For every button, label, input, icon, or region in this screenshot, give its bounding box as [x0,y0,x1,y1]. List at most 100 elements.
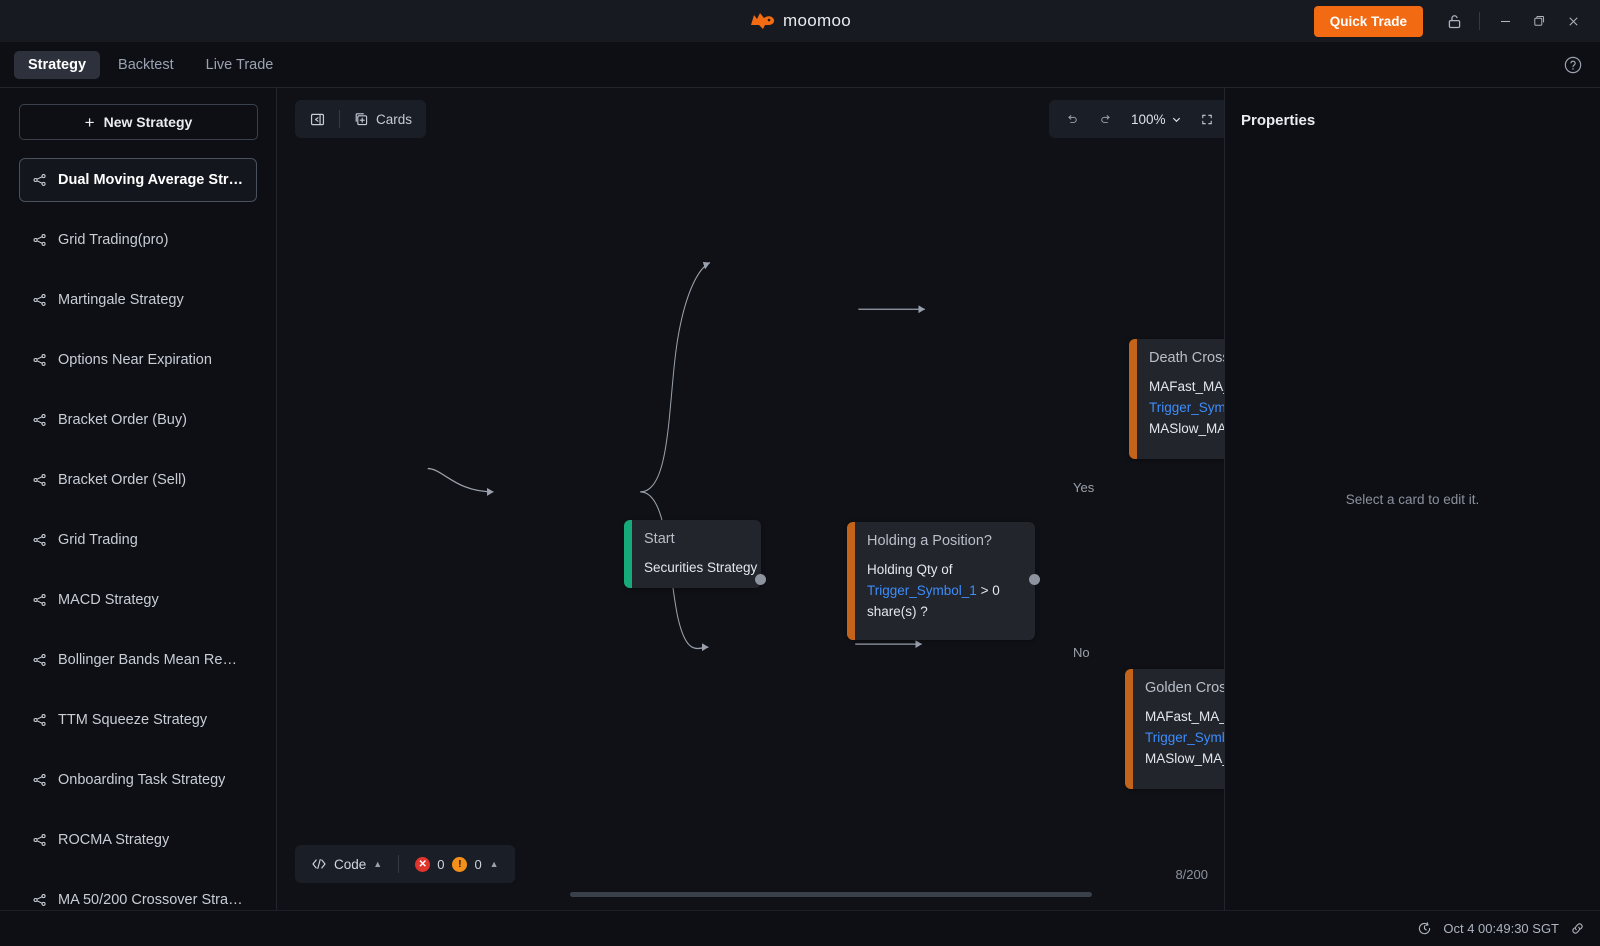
card-count-label: 8/200 [1175,867,1208,882]
sidebar-item-bracket-order-sell[interactable]: Bracket Order (Sell) [19,458,257,502]
flow-card-holding[interactable]: Holding a Position? Holding Qty of Trigge… [847,522,1035,640]
new-strategy-button[interactable]: + New Strategy [19,104,258,140]
unlock-icon[interactable] [1437,4,1471,38]
edge-label-holding-yes: Yes [1070,480,1098,495]
card-body-line: MAFast_MA_Length (1D) of [1145,706,1224,727]
card-text-span: Trigger_Symbol_1 [1145,730,1224,745]
flow-card-death-cross[interactable]: Death Cross? MAFast_MA_Length (1D) of Tri… [1129,339,1224,459]
flow-node-icon [32,172,48,188]
sidebar-item-bollinger-bands-mean-rever[interactable]: Bollinger Bands Mean Rever… [19,638,257,682]
redo-icon[interactable] [1091,104,1121,134]
flow-edges [427,261,926,652]
sidebar-item-onboarding-task-strategy[interactable]: Onboarding Task Strategy [19,758,257,802]
window-controls: Quick Trade [1313,4,1600,38]
link-icon[interactable] [1569,920,1586,937]
flow-node-icon [32,292,48,308]
restore-icon[interactable] [1522,4,1556,38]
card-accent-bar [847,522,855,640]
tab-live-trade[interactable]: Live Trade [192,51,288,79]
sidebar-item-label: Bracket Order (Sell) [58,472,187,488]
card-accent-bar [1129,339,1137,459]
sidebar-item-grid-trading-pro[interactable]: Grid Trading(pro) [19,218,257,262]
sidebar-item-bracket-order-buy[interactable]: Bracket Order (Buy) [19,398,257,442]
card-title: Golden Cross? [1145,680,1224,696]
card-body: MAFast_MA_Length (1D) of Trigger_Symbol_1… [1149,376,1224,439]
flow-node-icon [32,472,48,488]
card-text-span: Holding Qty of [867,562,953,577]
error-count: 0 [437,856,445,872]
card-body-line: Trigger_Symbol_1 > 0 [867,580,1000,601]
flow-connector-dot[interactable] [755,574,766,585]
strategy-list: Dual Moving Average Strate… Grid Trading… [19,158,257,910]
card-accent-bar [1125,669,1133,789]
card-body-line: share(s) ? [867,601,1000,622]
flow-node-icon [32,772,48,788]
canvas-toolbar-right: 100% Live Trading Backtesting [1049,100,1224,138]
sidebar-item-martingale-strategy[interactable]: Martingale Strategy [19,278,257,322]
minimize-icon[interactable] [1488,4,1522,38]
sidebar-item-macd-strategy[interactable]: MACD Strategy [19,578,257,622]
clock-refresh-icon [1416,920,1433,937]
code-toggle-button[interactable]: Code ▲ [305,857,388,872]
issues-expand-button[interactable]: ▲ [488,859,505,869]
tab-backtest[interactable]: Backtest [104,51,188,79]
help-circle-icon[interactable] [1560,52,1586,78]
divider [339,110,340,128]
sidebar-item-grid-trading[interactable]: Grid Trading [19,518,257,562]
card-content: Holding a Position? Holding Qty of Trigge… [855,522,1014,640]
panel-collapse-left-icon[interactable] [301,104,334,134]
warning-circle-icon: ! [452,856,468,872]
code-brackets-icon [312,859,326,869]
flow-node-icon [32,652,48,668]
card-text-span: Trigger_Symbol_1 [1149,400,1224,415]
flow-card-golden-cross[interactable]: Golden Cross? MAFast_MA_Length (1D) of Tr… [1125,669,1224,789]
divider [398,855,400,873]
flow-canvas[interactable]: Cards 100% Start Securities Strategy Hol… [277,88,1224,910]
undo-icon[interactable] [1057,104,1087,134]
code-label: Code [334,856,367,872]
card-body: MAFast_MA_Length (1D) of Trigger_Symbol_1… [1145,706,1224,769]
sidebar-item-label: TTM Squeeze Strategy [58,712,208,728]
card-body-line: MAFast_MA_Length (1D) of [1149,376,1224,397]
warning-count-group[interactable]: ! 0 [450,856,487,872]
flow-node-icon [32,832,48,848]
cards-label: Cards [376,111,413,127]
cards-button[interactable]: Cards [345,104,420,134]
sidebar-item-options-near-expiration[interactable]: Options Near Expiration [19,338,257,382]
card-body-line: Trigger_Symbol_1 < [1149,397,1224,418]
card-text-span: share(s) ? [867,604,928,619]
tab-strategy[interactable]: Strategy [14,50,101,79]
status-bar: Oct 4 00:49:30 SGT [0,910,1600,946]
flow-node-icon [32,532,48,548]
chevron-down-icon [1172,117,1180,122]
sidebar-item-rocma-strategy[interactable]: ROCMA Strategy [19,818,257,862]
flow-connector-dot[interactable] [1029,574,1040,585]
quick-trade-button[interactable]: Quick Trade [1313,5,1423,37]
zoom-level-selector[interactable]: 100% [1125,112,1188,127]
sidebar-item-dual-moving-average-strate[interactable]: Dual Moving Average Strate… [19,158,257,202]
flow-node-icon [32,352,48,368]
fit-screen-icon[interactable] [1192,104,1222,134]
card-content: Golden Cross? MAFast_MA_Length (1D) of Tr… [1133,669,1224,789]
card-content: Start Securities Strategy [632,520,761,588]
canvas-horizontal-scrollbar[interactable] [570,892,1092,897]
sidebar-item-label: Dual Moving Average Strate… [58,172,244,188]
card-text-span: MASlow_MA_Length (1D)… [1145,751,1224,766]
card-body: Holding Qty of Trigger_Symbol_1 > 0 share(… [867,559,1000,622]
card-text-span: MAFast_MA_Length (1D) of [1145,709,1224,724]
card-text-span: Securities Strategy [644,560,758,575]
caret-up-icon: ▲ [373,859,383,869]
sidebar-item-label: Bollinger Bands Mean Rever… [58,652,244,668]
code-bar: Code ▲ ✕ 0 ! 0 ▲ [295,845,515,883]
error-count-group[interactable]: ✕ 0 [409,856,450,872]
sidebar-item-label: Grid Trading(pro) [58,232,169,248]
sidebar-item-ma-50-200-crossover-strat[interactable]: MA 50/200 Crossover Strat… [19,878,257,910]
sidebar-item-ttm-squeeze-strategy[interactable]: TTM Squeeze Strategy [19,698,257,742]
card-body-line: Holding Qty of [867,559,1000,580]
sidebar-item-label: MA 50/200 Crossover Strat… [58,892,244,908]
caret-up-icon: ▲ [489,859,499,869]
divider [1479,12,1480,30]
card-body-line: MASlow_MA_Length (1D)… [1145,748,1224,769]
close-icon[interactable] [1556,4,1590,38]
flow-card-start[interactable]: Start Securities Strategy [624,520,761,588]
